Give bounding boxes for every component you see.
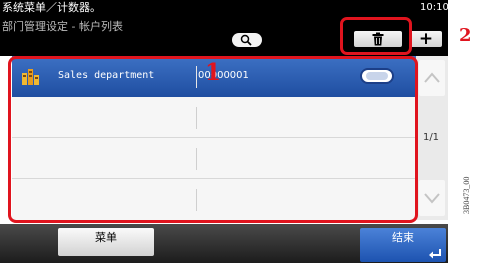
callout-number-2: 2 [459, 25, 472, 46]
chevron-up-icon [424, 72, 440, 83]
screen-title: 系统菜单／计数器。 [2, 1, 101, 14]
page-indicator: 1/1 [422, 132, 440, 143]
document-id: 3B0473_00 [462, 176, 471, 214]
callout-box-2 [340, 17, 412, 55]
menu-button-label: 菜单 [95, 231, 117, 244]
title-bar: 系统菜单／计数器。 [0, 0, 420, 16]
search-icon [240, 34, 252, 46]
end-button-label: 结束 [392, 231, 414, 244]
scroll-down-button[interactable] [419, 180, 445, 216]
callout-number-1: 1 [205, 59, 222, 86]
enter-icon [429, 249, 441, 259]
screen-subtitle: 部门管理设定 - 帐户列表 [2, 20, 123, 33]
chevron-down-icon [424, 193, 440, 204]
menu-button[interactable]: 菜单 [58, 228, 154, 256]
search-button[interactable] [232, 33, 262, 47]
scroll-up-button[interactable] [419, 60, 445, 96]
add-button[interactable]: + [410, 29, 442, 49]
clock: 10:10 [420, 0, 449, 16]
plus-icon: + [418, 29, 434, 49]
screen: 系统菜单／计数器。 10:10 部门管理设定 - 帐户列表 + Sales de… [0, 0, 449, 263]
end-button[interactable]: 结束 [360, 228, 446, 262]
